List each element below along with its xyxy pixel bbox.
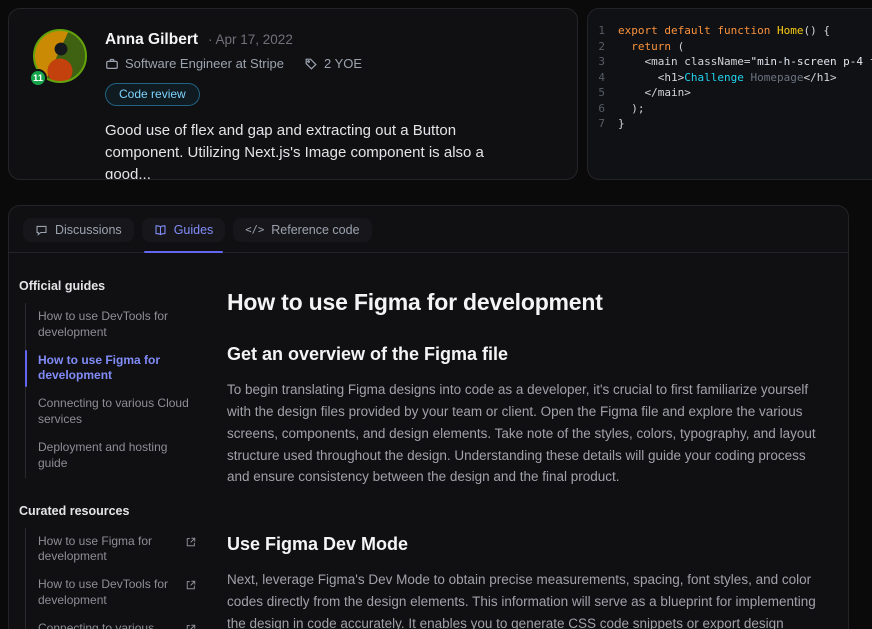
code-source: <h1>Challenge Homepage</h1> [618, 70, 837, 86]
code-token: Homepage [750, 71, 803, 84]
curated-link-cloud[interactable]: Connecting to various Cloud services [26, 615, 203, 629]
code-token: Challenge [684, 71, 750, 84]
sidebar-item-devtools-guide[interactable]: How to use DevTools for development [26, 303, 203, 347]
code-source: export default function Home() { [618, 23, 830, 39]
author-name: Anna Gilbert [105, 31, 198, 49]
code-line: 7 } [588, 116, 872, 132]
tab-bar: Discussions Guides </> Reference code [9, 206, 848, 253]
sidebar-item-cloud-guide[interactable]: Connecting to various Cloud services [26, 390, 203, 434]
reputation-badge: 11 [29, 69, 47, 87]
code-token: "min-h-screen p-4 flex" [750, 55, 872, 68]
code-source: } [618, 116, 625, 132]
line-number: 3 [588, 54, 618, 70]
code-review-tag: Code review [105, 83, 200, 106]
briefcase-icon [105, 57, 119, 71]
section-heading: Use Figma Dev Mode [227, 534, 820, 555]
code-panel: 1 export default function Home() { 2 ret… [587, 8, 872, 180]
line-number: 7 [588, 116, 618, 132]
code-source: ); [618, 101, 645, 117]
book-icon [154, 224, 167, 237]
code-source: return ( [618, 39, 684, 55]
code-token: </h1> [803, 71, 836, 84]
guides-sidebar: Official guides How to use DevTools for … [9, 253, 213, 629]
code-token: className= [684, 55, 750, 68]
review-info: Anna Gilbert · Apr 17, 2022 Software Eng… [105, 29, 495, 180]
code-source: <main className="min-h-screen p-4 flex"> [618, 54, 872, 70]
code-line: 5 </main> [588, 85, 872, 101]
article-title: How to use Figma for development [227, 289, 820, 316]
code-source: </main> [618, 85, 691, 101]
code-token: Home [777, 24, 804, 37]
external-link-icon [185, 536, 197, 548]
code-line: 3 <main className="min-h-screen p-4 flex… [588, 54, 872, 70]
official-guides-nav: How to use DevTools for development How … [25, 303, 203, 478]
curated-resources-heading: Curated resources [19, 504, 203, 518]
code-token: ); [618, 102, 645, 115]
code-token: export default function [618, 24, 777, 37]
tab-reference-code[interactable]: </> Reference code [233, 218, 371, 242]
review-comment: Good use of flex and gap and extracting … [105, 120, 495, 180]
line-number: 5 [588, 85, 618, 101]
tab-discussions[interactable]: Discussions [23, 218, 134, 242]
sidebar-item-figma-guide[interactable]: How to use Figma for development [26, 347, 203, 391]
code-line: 2 return ( [588, 39, 872, 55]
official-guides-heading: Official guides [19, 279, 203, 293]
sidebar-item-deployment-guide[interactable]: Deployment and hosting guide [26, 434, 203, 478]
tab-label: Discussions [55, 223, 122, 237]
section-body: To begin translating Figma designs into … [227, 379, 820, 488]
code-token: } [618, 117, 625, 130]
line-number: 2 [588, 39, 618, 55]
line-number: 1 [588, 23, 618, 39]
external-link-icon [185, 579, 197, 591]
author-role: Software Engineer at Stripe [125, 56, 284, 71]
tab-label: Reference code [271, 223, 359, 237]
line-number: 4 [588, 70, 618, 86]
experience-tag-icon [304, 57, 318, 71]
article-section: Use Figma Dev Mode Next, leverage Figma'… [227, 534, 820, 629]
external-link-icon [185, 623, 197, 629]
code-icon: </> [245, 224, 264, 236]
author-experience: 2 YOE [324, 56, 362, 71]
name-row: Anna Gilbert · Apr 17, 2022 [105, 31, 495, 49]
article: How to use Figma for development Get an … [213, 253, 848, 629]
code-token: return [631, 40, 671, 53]
review-header: 11 Anna Gilbert · Apr 17, 2022 Software … [33, 29, 553, 180]
review-card: 11 Anna Gilbert · Apr 17, 2022 Software … [8, 8, 578, 180]
code-line: 4 <h1>Challenge Homepage</h1> [588, 70, 872, 86]
section-heading: Get an overview of the Figma file [227, 344, 820, 365]
section-body: Next, leverage Figma's Dev Mode to obtai… [227, 569, 820, 629]
code-token [618, 40, 631, 53]
tab-label: Guides [174, 223, 214, 237]
curated-link-figma[interactable]: How to use Figma for development [26, 528, 203, 572]
top-row: 11 Anna Gilbert · Apr 17, 2022 Software … [0, 0, 872, 188]
code-line: 6 ); [588, 101, 872, 117]
curated-link-devtools[interactable]: How to use DevTools for development [26, 571, 203, 615]
panel-body: Official guides How to use DevTools for … [9, 253, 848, 629]
chat-icon [35, 224, 48, 237]
code-token: ( [671, 40, 684, 53]
author-meta: Software Engineer at Stripe 2 YOE [105, 56, 495, 71]
curated-link-label: How to use Figma for development [38, 534, 179, 566]
curated-resources-nav: How to use Figma for development How to … [25, 528, 203, 629]
code-line: 1 export default function Home() { [588, 23, 872, 39]
article-section: Get an overview of the Figma file To beg… [227, 344, 820, 488]
curated-link-label: How to use DevTools for development [38, 577, 179, 609]
avatar[interactable]: 11 [33, 29, 89, 85]
code-token: () { [803, 24, 830, 37]
code-token: <h1> [618, 71, 684, 84]
tab-guides[interactable]: Guides [142, 218, 226, 242]
guides-panel: Discussions Guides </> Reference code Of… [8, 205, 849, 629]
curated-link-label: Connecting to various Cloud services [38, 621, 179, 629]
code-token: </main> [618, 86, 691, 99]
post-date: · Apr 17, 2022 [208, 32, 293, 47]
line-number: 6 [588, 101, 618, 117]
code-token: <main [618, 55, 684, 68]
